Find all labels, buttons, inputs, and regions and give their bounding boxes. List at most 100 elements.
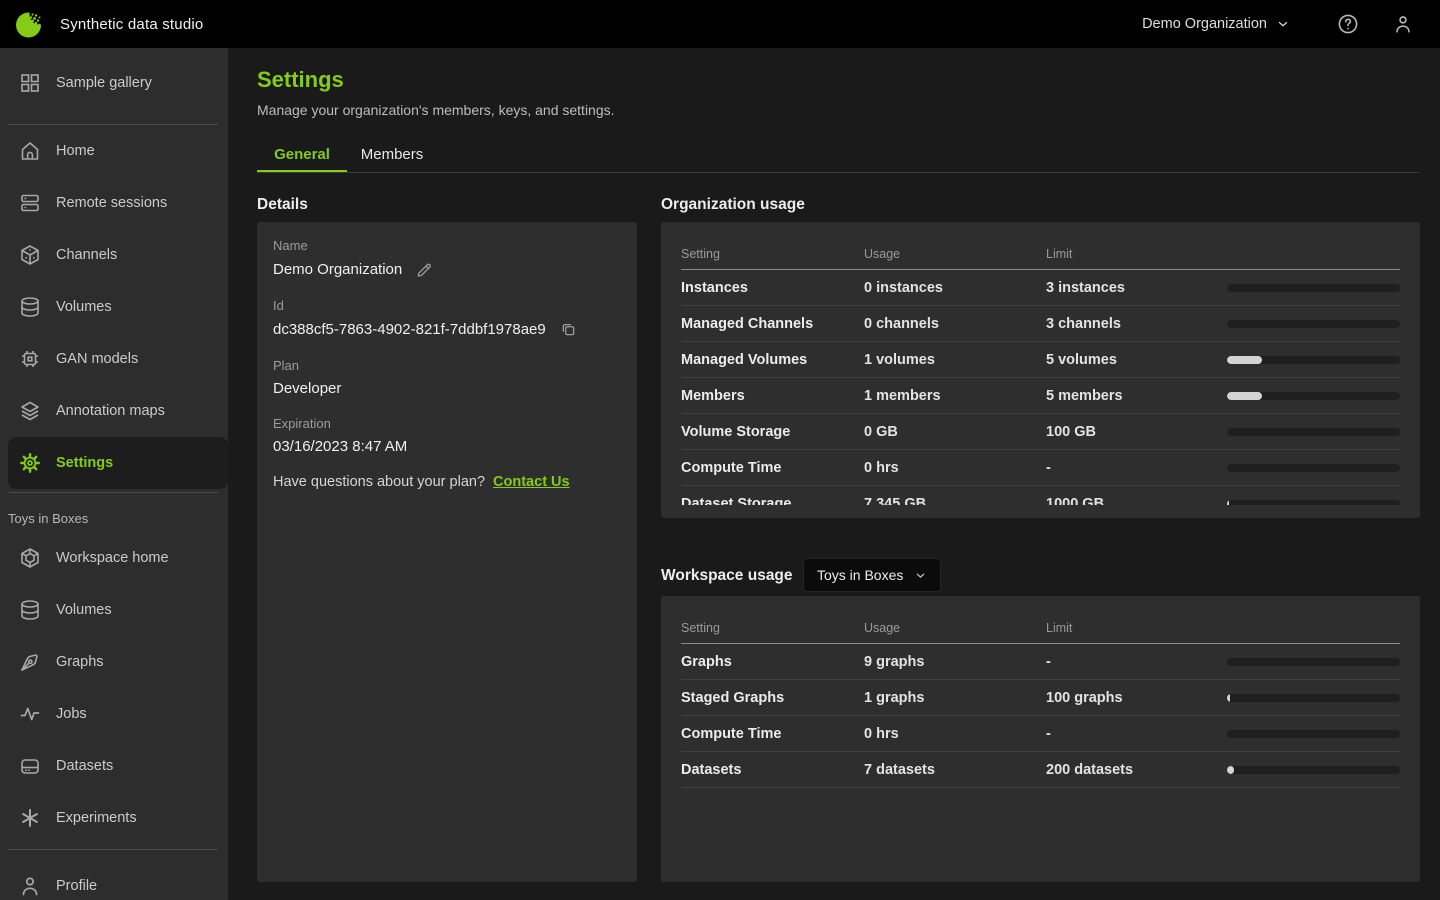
usage-limit: 3 channels	[1046, 316, 1227, 332]
usage-value: 1 members	[864, 388, 1046, 404]
plan-field: Plan Developer	[273, 358, 621, 397]
usage-limit: 5 members	[1046, 388, 1227, 404]
sidebar: Sample gallery Home Remote sessions	[0, 48, 228, 900]
usage-progress-bar	[1227, 320, 1400, 328]
sidebar-item-volumes[interactable]: Volumes	[0, 281, 228, 333]
sidebar-item-sample-gallery[interactable]: Sample gallery	[0, 57, 228, 109]
sidebar-item-graphs[interactable]: Graphs	[0, 636, 228, 688]
workspace-selector-label: Toys in Boxes	[817, 567, 903, 583]
sidebar-item-workspace-volumes[interactable]: Volumes	[0, 584, 228, 636]
sidebar-divider	[8, 849, 218, 850]
usage-limit: -	[1046, 726, 1227, 742]
sidebar-item-label: Experiments	[56, 810, 137, 826]
id-label: Id	[273, 298, 621, 313]
help-button[interactable]	[1336, 12, 1360, 36]
plan-question-text: Have questions about your plan?	[273, 474, 485, 490]
organization-selector-label: Demo Organization	[1142, 16, 1267, 32]
column-header-limit: Limit	[1046, 621, 1227, 635]
sidebar-item-workspace-home[interactable]: Workspace home	[0, 532, 228, 584]
sidebar-item-label: Settings	[56, 455, 113, 471]
table-row: Staged Graphs 1 graphs 100 graphs	[681, 680, 1400, 716]
column-header-setting: Setting	[681, 621, 864, 635]
sidebar-item-label: Remote sessions	[56, 195, 167, 211]
usage-setting: Datasets	[681, 762, 864, 778]
id-value: dc388cf5-7863-4902-821f-7ddbf1978ae9	[273, 321, 546, 338]
sidebar-item-label: Volumes	[56, 602, 112, 618]
usage-setting: Managed Channels	[681, 316, 864, 332]
usage-setting: Dataset Storage	[681, 496, 864, 506]
table-row: Managed Channels 0 channels 3 channels	[681, 306, 1400, 342]
database-icon	[18, 598, 42, 622]
plan-label: Plan	[273, 358, 621, 373]
usage-limit: -	[1046, 654, 1227, 670]
tabs-divider	[257, 172, 1419, 173]
usage-value: 1 graphs	[864, 690, 1046, 706]
copy-id-button[interactable]	[559, 320, 578, 339]
usage-value: 1 volumes	[864, 352, 1046, 368]
usage-progress-bar	[1227, 658, 1400, 666]
sidebar-item-annotation-maps[interactable]: Annotation maps	[0, 385, 228, 437]
contact-us-link[interactable]: Contact Us	[493, 474, 570, 490]
user-menu-button[interactable]	[1392, 13, 1414, 35]
table-row: Datasets 7 datasets 200 datasets	[681, 752, 1400, 788]
usage-limit: 100 GB	[1046, 424, 1227, 440]
sidebar-item-label: Workspace home	[56, 550, 169, 566]
sidebar-item-label: Channels	[56, 247, 117, 263]
sidebar-item-label: Sample gallery	[56, 75, 152, 91]
top-bar: Synthetic data studio Demo Organization	[0, 0, 1440, 48]
sidebar-item-experiments[interactable]: Experiments	[0, 792, 228, 844]
usage-progress-bar	[1227, 500, 1400, 506]
edit-name-button[interactable]	[415, 260, 434, 279]
organization-selector[interactable]: Demo Organization	[1142, 16, 1290, 32]
usage-progress-bar	[1227, 284, 1400, 292]
usage-limit: 1000 GB	[1046, 496, 1227, 506]
usage-setting: Compute Time	[681, 460, 864, 476]
workspace-selector[interactable]: Toys in Boxes	[803, 558, 941, 592]
table-row: Members 1 members 5 members	[681, 378, 1400, 414]
usage-limit: 100 graphs	[1046, 690, 1227, 706]
usage-progress-bar	[1227, 766, 1400, 774]
usage-limit: -	[1046, 460, 1227, 476]
sidebar-item-channels[interactable]: Channels	[0, 229, 228, 281]
app-title: Synthetic data studio	[60, 16, 203, 33]
person-icon	[1392, 13, 1414, 35]
usage-setting: Volume Storage	[681, 424, 864, 440]
sidebar-item-label: Home	[56, 143, 95, 159]
usage-value: 9 graphs	[864, 654, 1046, 670]
person-icon	[18, 874, 42, 898]
chevron-down-icon	[914, 569, 927, 582]
sidebar-item-settings[interactable]: Settings	[8, 437, 228, 489]
sidebar-item-jobs[interactable]: Jobs	[0, 688, 228, 740]
tab-general[interactable]: General	[257, 139, 347, 173]
usage-progress-bar	[1227, 694, 1400, 702]
column-header-setting: Setting	[681, 247, 864, 261]
sidebar-item-remote-sessions[interactable]: Remote sessions	[0, 177, 228, 229]
column-header-limit: Limit	[1046, 247, 1227, 261]
table-row: Instances 0 instances 3 instances	[681, 270, 1400, 306]
chevron-down-icon	[1276, 17, 1290, 31]
usage-progress-bar	[1227, 730, 1400, 738]
sidebar-item-label: GAN models	[56, 351, 138, 367]
usage-progress-bar	[1227, 428, 1400, 436]
table-row: Graphs 9 graphs -	[681, 644, 1400, 680]
usage-setting: Managed Volumes	[681, 352, 864, 368]
column-header-usage: Usage	[864, 247, 1046, 261]
sidebar-item-profile[interactable]: Profile	[0, 860, 228, 900]
sidebar-item-home[interactable]: Home	[0, 125, 228, 177]
sidebar-item-label: Datasets	[56, 758, 113, 774]
workspace-usage-table-header: Setting Usage Limit	[681, 596, 1400, 644]
expiration-label: Expiration	[273, 416, 621, 431]
name-value: Demo Organization	[273, 261, 402, 278]
org-usage-panel: Setting Usage Limit Instances 0 instance…	[661, 222, 1420, 518]
plan-value: Developer	[273, 380, 341, 397]
details-panel: Name Demo Organization Id dc388cf5-7863-…	[257, 222, 637, 882]
id-field: Id dc388cf5-7863-4902-821f-7ddbf1978ae9	[273, 298, 621, 339]
org-usage-heading: Organization usage	[661, 196, 805, 214]
usage-limit: 3 instances	[1046, 280, 1227, 296]
sidebar-item-datasets[interactable]: Datasets	[0, 740, 228, 792]
sidebar-item-gan-models[interactable]: GAN models	[0, 333, 228, 385]
settings-tabs: General Members	[257, 139, 437, 173]
tab-members[interactable]: Members	[347, 139, 437, 173]
name-label: Name	[273, 238, 621, 253]
usage-progress-bar	[1227, 464, 1400, 472]
